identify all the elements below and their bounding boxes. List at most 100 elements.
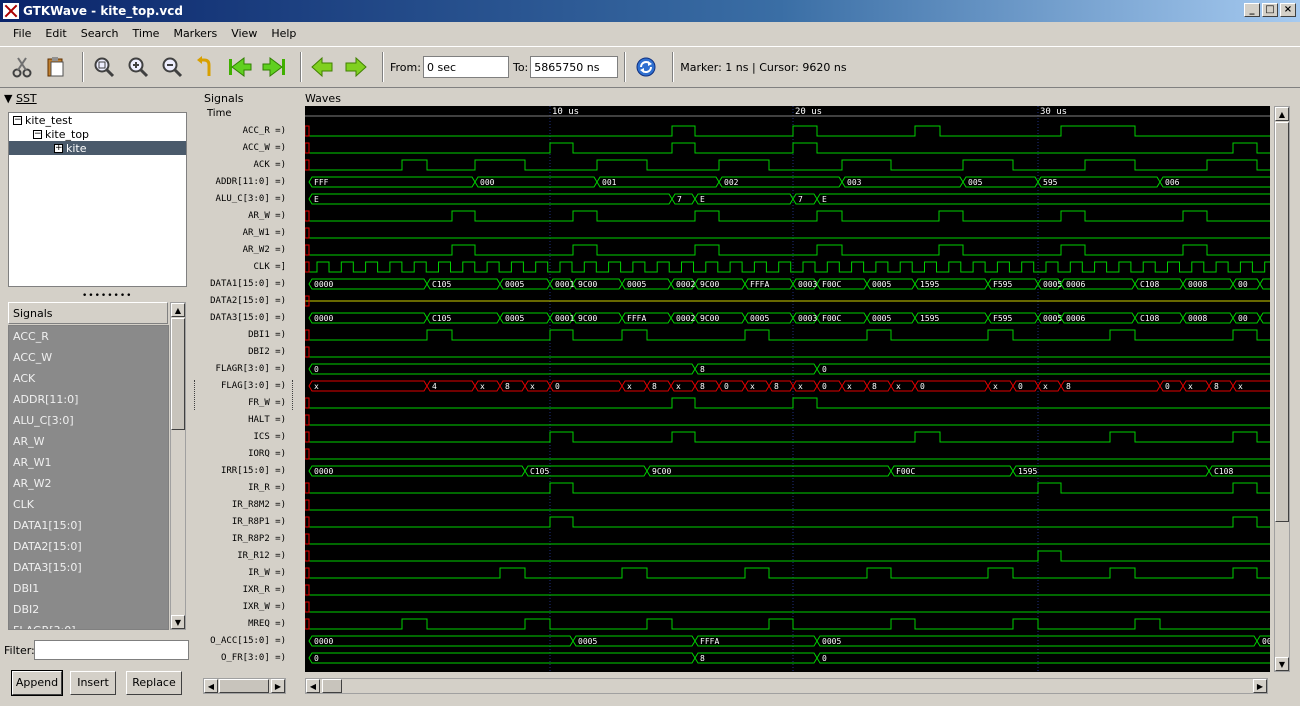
- collapse-icon[interactable]: −: [33, 129, 42, 139]
- scroll-down-icon[interactable]: ▼: [171, 615, 185, 629]
- signal-list-item[interactable]: DATA3[15:0]: [9, 557, 168, 578]
- next-icon[interactable]: [342, 53, 370, 81]
- expand-icon[interactable]: +: [54, 143, 63, 153]
- scroll-thumb[interactable]: [219, 679, 269, 693]
- signal-name-row[interactable]: ALU_C[3:0] =): [203, 191, 288, 208]
- scroll-thumb[interactable]: [322, 679, 342, 693]
- signal-name-row[interactable]: DBI2 =): [203, 344, 288, 361]
- signal-list-item[interactable]: ALU_C[3:0]: [9, 410, 168, 431]
- replace-button[interactable]: Replace: [126, 671, 182, 695]
- signal-list-item[interactable]: ADDR[11:0]: [9, 389, 168, 410]
- filter-input[interactable]: [34, 640, 189, 660]
- signal-name-row[interactable]: IXR_R =): [203, 582, 288, 599]
- scroll-thumb[interactable]: [1275, 122, 1289, 522]
- signal-list-item[interactable]: FLAGR[3:0]: [9, 620, 168, 629]
- signal-name-row[interactable]: CLK =]: [203, 259, 288, 276]
- minimize-button[interactable]: _: [1244, 3, 1260, 17]
- menu-file[interactable]: File: [6, 27, 38, 40]
- jump-start-icon[interactable]: [226, 53, 254, 81]
- signal-name-row[interactable]: DATA3[15:0] =): [203, 310, 288, 327]
- signal-name-row[interactable]: O_FR[3:0] =): [203, 650, 288, 667]
- menu-search[interactable]: Search: [74, 27, 126, 40]
- signal-list-item[interactable]: ACC_R: [9, 326, 168, 347]
- signal-list-item[interactable]: AR_W1: [9, 452, 168, 473]
- scroll-left-icon[interactable]: ◀: [306, 679, 320, 693]
- cut-icon[interactable]: [8, 53, 36, 81]
- scroll-right-icon[interactable]: ▶: [1253, 679, 1267, 693]
- signal-name-row[interactable]: ICS =): [203, 429, 288, 446]
- signal-name-row[interactable]: IR_R12 =): [203, 548, 288, 565]
- signal-list-item[interactable]: ACC_W: [9, 347, 168, 368]
- signal-list-item[interactable]: ACK: [9, 368, 168, 389]
- scroll-thumb[interactable]: [171, 318, 185, 430]
- signal-name-row[interactable]: DATA2[15:0] =): [203, 293, 288, 310]
- signal-name-row[interactable]: IXR_W =): [203, 599, 288, 616]
- paste-icon[interactable]: [42, 53, 70, 81]
- signal-name-row[interactable]: IR_W =): [203, 565, 288, 582]
- signal-list-item[interactable]: DBI2: [9, 599, 168, 620]
- from-time-input[interactable]: [422, 56, 509, 78]
- signal-list-item[interactable]: DATA2[15:0]: [9, 536, 168, 557]
- signal-name-row[interactable]: ACC_W =): [203, 140, 288, 157]
- scroll-up-icon[interactable]: ▲: [1275, 107, 1289, 121]
- signal-name-row[interactable]: O_ACC[15:0] =): [203, 633, 288, 650]
- signal-list-item[interactable]: DBI1: [9, 578, 168, 599]
- signal-name-row[interactable]: FR_W =): [203, 395, 288, 412]
- signal-name-row[interactable]: ACC_R =): [203, 123, 288, 140]
- names-hscrollbar[interactable]: ◀ ▶: [203, 678, 286, 694]
- menu-time[interactable]: Time: [126, 27, 167, 40]
- jump-end-icon[interactable]: [260, 53, 288, 81]
- tree-node-kite-test[interactable]: − kite_test: [9, 113, 186, 127]
- signal-name-row[interactable]: MREQ =): [203, 616, 288, 633]
- signal-list-item[interactable]: AR_W2: [9, 473, 168, 494]
- undo-icon[interactable]: [192, 53, 220, 81]
- waves-vscrollbar[interactable]: ▲ ▼: [1274, 106, 1290, 672]
- to-time-input[interactable]: [530, 56, 619, 78]
- signal-name-row[interactable]: IR_R =): [203, 480, 288, 497]
- signal-name-row[interactable]: IR_R8P1 =): [203, 514, 288, 531]
- zoom-in-icon[interactable]: [124, 53, 152, 81]
- signal-name-row[interactable]: DATA1[15:0] =): [203, 276, 288, 293]
- signal-name-row[interactable]: ACK =): [203, 157, 288, 174]
- signal-name-row[interactable]: AR_W2 =): [203, 242, 288, 259]
- signal-name-row[interactable]: FLAG[3:0] =): [203, 378, 288, 395]
- waveform-area[interactable]: 10 us 20 us 30 us FFF 000 001 002 003 005 595 006 E…: [305, 106, 1270, 672]
- reload-icon[interactable]: [632, 53, 660, 81]
- menu-help[interactable]: Help: [264, 27, 303, 40]
- menu-markers[interactable]: Markers: [166, 27, 224, 40]
- maximize-button[interactable]: □: [1262, 3, 1278, 17]
- signal-name-row[interactable]: ADDR[11:0] =): [203, 174, 288, 191]
- append-button[interactable]: Append: [11, 670, 63, 696]
- sst-header[interactable]: ▼ SST: [4, 92, 37, 105]
- signal-name-row[interactable]: AR_W1 =): [203, 225, 288, 242]
- signal-name-row[interactable]: AR_W =): [203, 208, 288, 225]
- scroll-down-icon[interactable]: ▼: [1275, 657, 1289, 671]
- signal-name-row[interactable]: HALT =): [203, 412, 288, 429]
- waves-hscrollbar[interactable]: ◀ ▶: [305, 678, 1268, 694]
- pane-divider[interactable]: [194, 380, 198, 410]
- tree-node-kite[interactable]: + kite: [9, 141, 186, 155]
- zoom-fit-icon[interactable]: [90, 53, 118, 81]
- signal-name-row[interactable]: IR_R8P2 =): [203, 531, 288, 548]
- signals-list-scrollbar[interactable]: ▲ ▼: [170, 302, 186, 630]
- signal-list-item[interactable]: CLK: [9, 494, 168, 515]
- signal-name-row[interactable]: DBI1 =): [203, 327, 288, 344]
- signal-name-row[interactable]: IR_R8M2 =): [203, 497, 288, 514]
- signal-list-item[interactable]: AR_W: [9, 431, 168, 452]
- close-button[interactable]: ×: [1280, 3, 1296, 17]
- prev-icon[interactable]: [308, 53, 336, 81]
- menu-view[interactable]: View: [224, 27, 264, 40]
- waveform-canvas[interactable]: 10 us 20 us 30 usFFF 000 001 002 003 005 595 006E…: [305, 106, 1270, 672]
- scroll-right-icon[interactable]: ▶: [271, 679, 285, 693]
- signal-name-row[interactable]: IORQ =): [203, 446, 288, 463]
- pane-grip-handle[interactable]: ••••••••: [82, 291, 132, 301]
- scroll-up-icon[interactable]: ▲: [171, 303, 185, 317]
- signal-name-row[interactable]: FLAGR[3:0] =): [203, 361, 288, 378]
- pane-divider[interactable]: [292, 380, 296, 410]
- collapse-icon[interactable]: −: [13, 115, 22, 125]
- menu-edit[interactable]: Edit: [38, 27, 73, 40]
- zoom-out-icon[interactable]: [158, 53, 186, 81]
- scroll-left-icon[interactable]: ◀: [204, 679, 218, 693]
- signal-list-item[interactable]: DATA1[15:0]: [9, 515, 168, 536]
- insert-button[interactable]: Insert: [70, 671, 116, 695]
